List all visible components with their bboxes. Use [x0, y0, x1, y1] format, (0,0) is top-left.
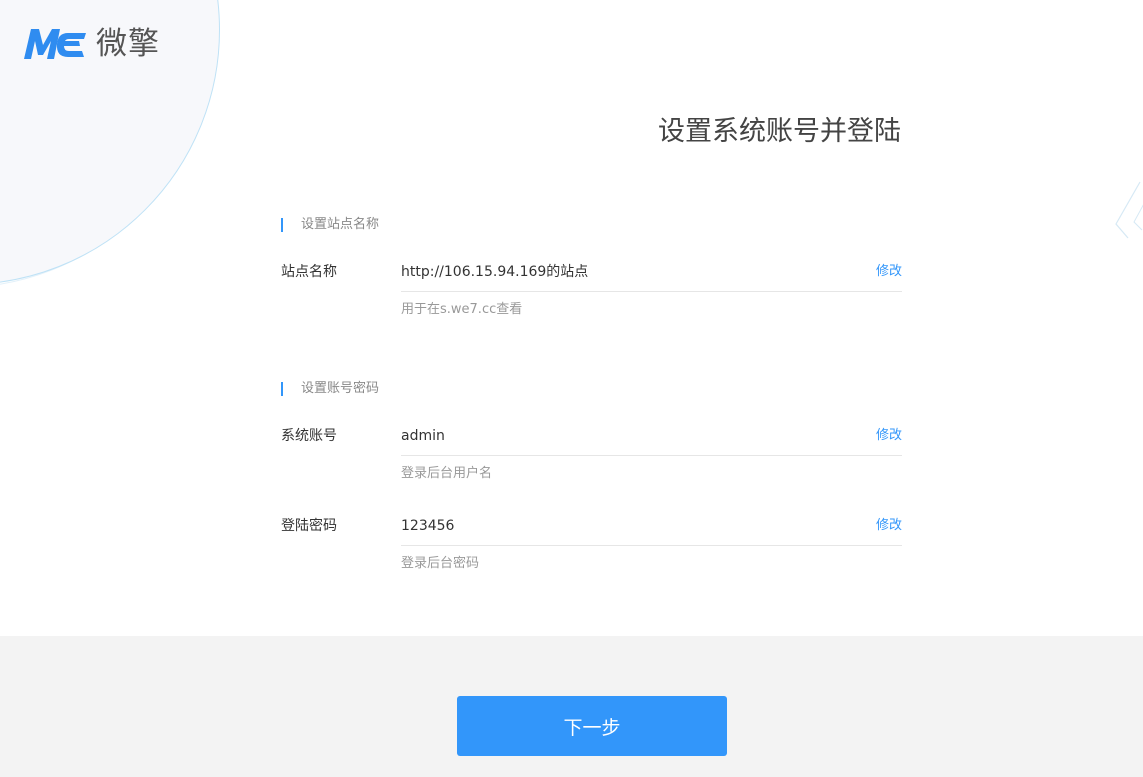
decorative-shape-icon: [1115, 181, 1143, 239]
login-password-label: 登陆密码: [281, 518, 337, 534]
content-area: 微擎 设置系统账号并登陆 设置站点名称 站点名称 http://106.15.9…: [0, 0, 1143, 636]
section-accent-bar: [281, 218, 283, 232]
brand-name: 微擎: [96, 26, 160, 62]
edit-system-account-link[interactable]: 修改: [876, 426, 902, 446]
section-header-account: 设置账号密码: [281, 381, 379, 397]
setup-page: 微擎 设置系统账号并登陆 设置站点名称 站点名称 http://106.15.9…: [0, 0, 1143, 777]
system-account-hint: 登录后台用户名: [401, 466, 493, 481]
divider: [401, 455, 902, 456]
page-title: 设置系统账号并登陆: [658, 116, 901, 147]
section-accent-bar: [281, 382, 283, 396]
site-name-value: http://106.15.94.169的站点: [401, 264, 589, 280]
edit-login-password-link[interactable]: 修改: [876, 516, 902, 536]
section-title: 设置账号密码: [301, 381, 380, 396]
login-password-value: 123456: [401, 518, 455, 534]
logo-mark-icon: [24, 29, 86, 59]
edit-site-name-link[interactable]: 修改: [876, 262, 902, 282]
system-account-value: admin: [401, 428, 445, 444]
login-password-hint: 登录后台密码: [401, 556, 480, 571]
footer-bar: 下一步: [0, 636, 1143, 777]
section-title: 设置站点名称: [301, 217, 380, 232]
divider: [401, 545, 902, 546]
site-name-label: 站点名称: [281, 264, 337, 280]
site-name-hint: 用于在s.we7.cc查看: [401, 302, 523, 317]
system-account-label: 系统账号: [281, 428, 337, 444]
next-step-button[interactable]: 下一步: [457, 696, 727, 756]
divider: [401, 291, 902, 292]
brand-logo: 微擎: [22, 24, 160, 64]
section-header-site-name: 设置站点名称: [281, 217, 379, 233]
